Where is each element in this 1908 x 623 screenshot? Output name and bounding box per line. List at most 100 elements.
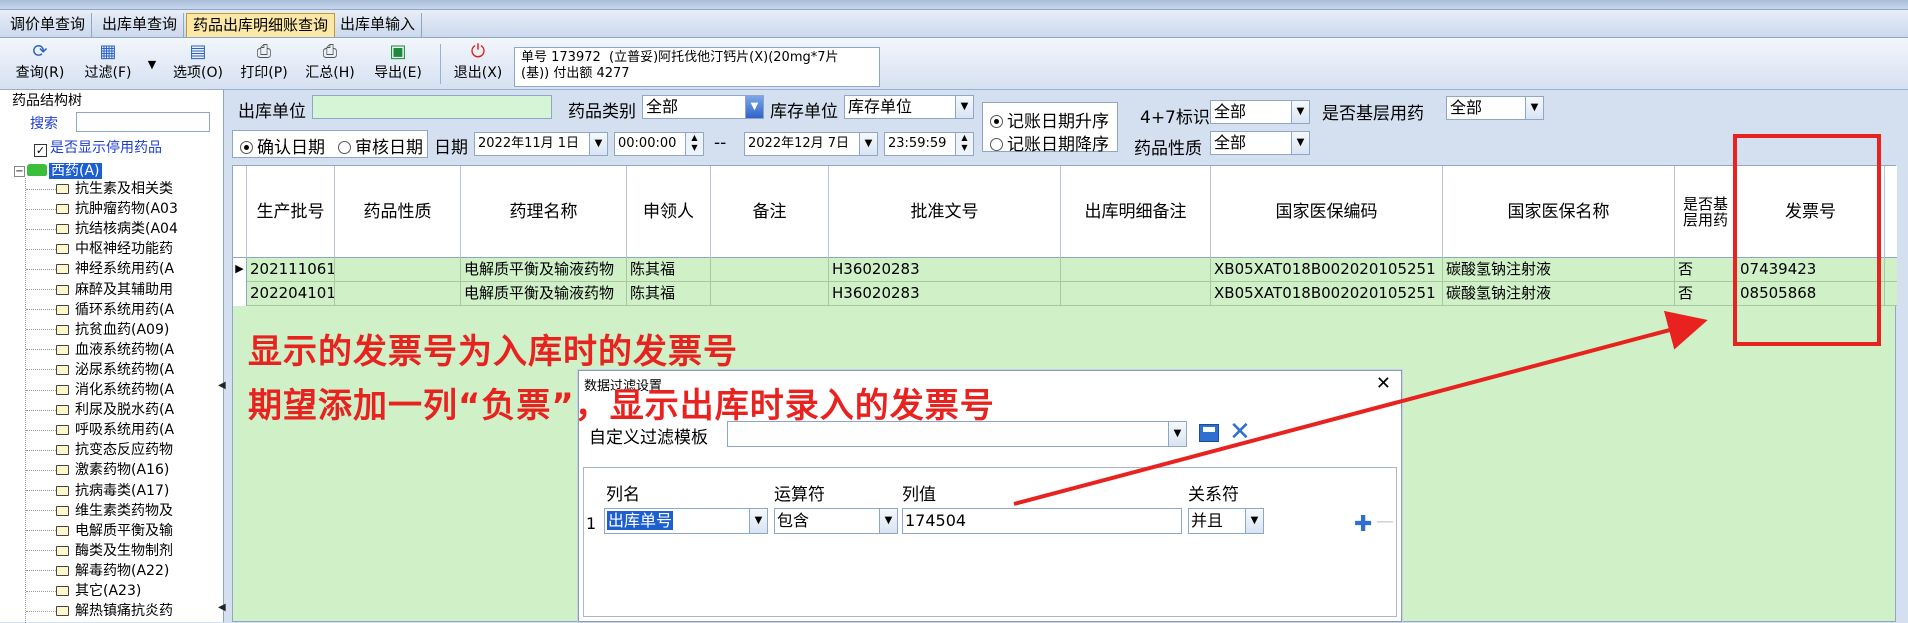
tree-item[interactable]: 呼吸系统用药(A [26, 420, 174, 440]
drug-category-select[interactable]: 全部 ▼ [642, 95, 764, 119]
confirm-date-radio[interactable]: 确认日期 [240, 133, 325, 158]
outbound-unit-input[interactable] [312, 95, 552, 119]
table-cell[interactable]: 2021110612 [247, 258, 335, 282]
stock-unit-select[interactable]: 库存单位 ▼ [844, 95, 974, 119]
table-cell[interactable] [711, 282, 829, 306]
drug-nature-select[interactable]: 全部 ▼ [1210, 131, 1310, 155]
tree-item[interactable]: 其它(A23) [26, 581, 141, 601]
table-cell[interactable]: H36020283 [829, 282, 1061, 306]
remove-condition-icon[interactable]: — [1376, 511, 1394, 532]
table-cell[interactable]: XB05XAT018B002020105251 [1211, 282, 1443, 306]
tree-item[interactable]: 中枢神经功能药 [26, 239, 173, 259]
exit-button[interactable]: ⏻ 退出(X) [450, 42, 506, 88]
condition-relation-select[interactable]: 并且 ▼ [1188, 508, 1264, 534]
table-cell[interactable]: XB05XAT018B002020105251 [1211, 258, 1443, 282]
table-cell[interactable]: 碳酸氢钠注射液 [1443, 258, 1675, 282]
audit-date-radio[interactable]: 审核日期 [338, 133, 423, 158]
sort-desc-radio[interactable]: 记账日期降序 [990, 130, 1109, 155]
tree-item[interactable]: 维生素类药物及 [26, 501, 173, 521]
flag47-select[interactable]: 全部 ▼ [1210, 100, 1310, 124]
tree-item[interactable]: 血液系统药物(A [26, 340, 174, 360]
column-header[interactable]: 出库明细备注 [1061, 166, 1211, 258]
tree-item[interactable]: 利尿及脱水药(A [26, 400, 174, 420]
table-cell[interactable] [335, 258, 461, 282]
spinner-icon[interactable]: ▲ ▼ [955, 133, 973, 155]
time-from-input[interactable]: 00:00:00 ▲ ▼ [614, 132, 704, 156]
tree-item[interactable]: 解热镇痛抗炎药 [26, 601, 173, 621]
column-header[interactable]: 备注 [711, 166, 829, 258]
tree-item[interactable]: 泌尿系统药物(A [26, 360, 174, 380]
condition-operator-select[interactable]: 包含 ▼ [774, 508, 898, 534]
tree-connector [26, 449, 56, 451]
table-cell[interactable]: 2022041011 [247, 282, 335, 306]
show-disabled-checkbox[interactable]: ✓ 是否显示停用药品 [34, 137, 162, 157]
save-icon[interactable] [1199, 424, 1219, 442]
column-header[interactable]: 药理名称 [461, 166, 627, 258]
tree-item[interactable]: 循环系统用药(A [26, 300, 174, 320]
table-row[interactable]: 2022041011 电解质平衡及输液药物陈其福 H36020283 XB05XAT0… [233, 282, 1897, 306]
query-button[interactable]: ⟳ 查询(R) [10, 42, 70, 88]
print-button[interactable]: ⎙ 打印(P) [236, 42, 292, 88]
tab-price-adjust-query[interactable]: 调价单查询 [4, 13, 93, 37]
panel-splitter[interactable]: ◀ ◀ [218, 380, 227, 620]
tree-item[interactable]: 抗生素及相关类 [26, 179, 173, 199]
column-header[interactable]: 国家医保编码 [1211, 166, 1443, 258]
chevron-down-icon: ▼ [1291, 101, 1309, 123]
table-cell[interactable]: 否 [1675, 282, 1737, 306]
condition-column-select[interactable]: 出库单号 ▼ [604, 508, 768, 534]
tab-drug-outbound-detail-query[interactable]: 药品出库明细账查询 [186, 13, 336, 37]
tree-search-input[interactable] [76, 112, 210, 132]
tree-root-western-medicine[interactable]: − 西药(A) [14, 160, 102, 179]
table-cell[interactable]: 陈其福 [627, 282, 711, 306]
add-condition-icon[interactable]: ✚ [1354, 512, 1372, 537]
delete-x-icon[interactable]: ✕ [1229, 417, 1251, 447]
tree-item[interactable]: 抗变态反应药物 [26, 440, 173, 460]
tree-item[interactable]: 消化系统药物(A [26, 380, 174, 400]
collapse-left-icon[interactable]: ◀ [218, 380, 226, 391]
date-from-picker[interactable]: 2022年11月 1日 ▼ [474, 132, 608, 156]
column-header[interactable]: 是否基层用药 [1675, 166, 1737, 258]
basic-drug-select[interactable]: 全部 ▼ [1446, 96, 1544, 120]
table-cell[interactable]: 电解质平衡及输液药物 [461, 258, 627, 282]
options-button[interactable]: ▤ 选项(O) [168, 42, 228, 88]
tree-item-label: 抗生素及相关类 [75, 181, 173, 197]
spinner-icon[interactable]: ▲ ▼ [685, 133, 703, 155]
table-cell[interactable]: 碳酸氢钠注射液 [1443, 282, 1675, 306]
table-cell[interactable]: 电解质平衡及输液药物 [461, 282, 627, 306]
tree-item[interactable]: 神经系统用药(A [26, 259, 174, 279]
export-button[interactable]: ▣ 导出(E) [370, 42, 426, 88]
tree-item[interactable]: 酶类及生物制剂 [26, 541, 173, 561]
sort-asc-radio[interactable]: 记账日期升序 [990, 107, 1109, 132]
collapse-left-icon[interactable]: ◀ [218, 602, 226, 613]
date-to-picker[interactable]: 2022年12月 7日 ▼ [744, 132, 878, 156]
summary-button[interactable]: ⎙ 汇总(H) [302, 42, 358, 88]
condition-value-input[interactable]: 174504 [902, 508, 1182, 534]
tree-item[interactable]: 电解质平衡及输 [26, 521, 173, 541]
column-header[interactable]: 申领人 [627, 166, 711, 258]
tab-outbound-entry[interactable]: 出库单输入 [334, 13, 423, 37]
column-header[interactable]: 国家医保名称 [1443, 166, 1675, 258]
table-cell[interactable]: 否 [1675, 258, 1737, 282]
table-cell[interactable]: H36020283 [829, 258, 1061, 282]
collapse-icon[interactable]: − [14, 166, 25, 177]
tab-outbound-query[interactable]: 出库单查询 [96, 13, 185, 37]
table-row[interactable]: ▶2021110612 电解质平衡及输液药物陈其福 H36020283 XB05XAT… [233, 258, 1897, 282]
tree-item[interactable]: 激素药物(A16) [26, 460, 169, 480]
tree-item[interactable]: 抗贫血药(A09) [26, 320, 169, 340]
table-cell[interactable]: 陈其福 [627, 258, 711, 282]
filter-button[interactable]: ▦ 过滤(F) [78, 42, 138, 88]
column-header[interactable]: 生产批号 [247, 166, 335, 258]
table-cell[interactable] [1061, 258, 1211, 282]
tree-item[interactable]: 麻醉及其辅助用 [26, 280, 173, 300]
tree-item[interactable]: 抗肿瘤药物(A03 [26, 199, 178, 219]
table-cell[interactable] [335, 282, 461, 306]
time-to-input[interactable]: 23:59:59 ▲ ▼ [884, 132, 974, 156]
close-icon[interactable]: ✕ [1376, 373, 1391, 394]
tree-item[interactable]: 抗病毒类(A17) [26, 481, 169, 501]
table-cell[interactable] [711, 258, 829, 282]
table-cell[interactable] [1061, 282, 1211, 306]
tree-item[interactable]: 抗结核病类(A04 [26, 219, 178, 239]
column-header[interactable]: 药品性质 [335, 166, 461, 258]
column-header[interactable]: 批准文号 [829, 166, 1061, 258]
tree-item[interactable]: 解毒药物(A22) [26, 561, 169, 581]
